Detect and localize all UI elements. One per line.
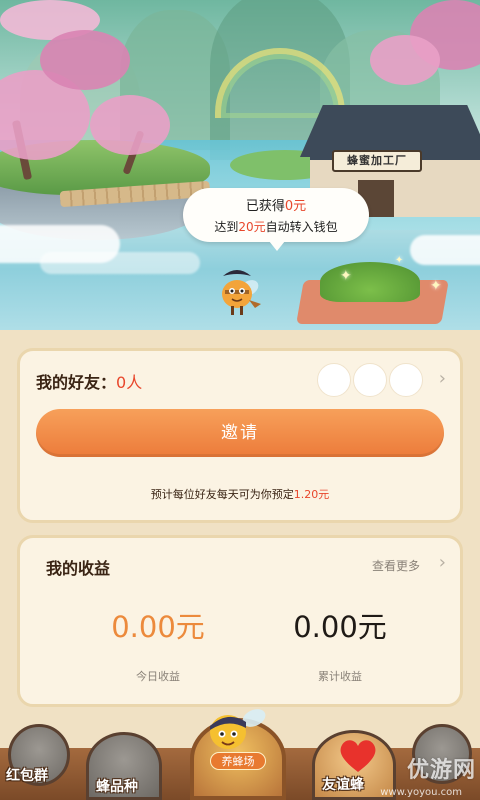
nav-label: 友谊蜂	[322, 777, 364, 793]
threshold-line: 达到20元自动转入钱包	[214, 220, 338, 234]
sparkle-icon: ✦	[340, 268, 352, 284]
today-earnings-value: 0.00元	[111, 610, 205, 644]
chevron-right-icon[interactable]: ›	[439, 552, 446, 573]
reward-bubble: 已获得0元 达到20元自动转入钱包	[183, 188, 369, 251]
game-scene: 蜂蜜加工厂 ✦ ✦ ✦ 已获得0元 达到20元自动转入钱包	[0, 0, 480, 345]
bee-mascot-icon	[210, 709, 266, 749]
avatar	[389, 363, 423, 397]
friends-card: 我的好友：0人 › 邀请 预计每位好友每天可为你预定1.20元	[17, 348, 463, 523]
invite-note: 预计每位好友每天可为你预定1.20元	[150, 488, 330, 501]
see-more-link[interactable]: 查看更多	[372, 557, 420, 574]
today-earnings: 0.00元 今日收益	[68, 604, 248, 684]
avatar	[353, 363, 387, 397]
friend-avatars[interactable]	[317, 363, 427, 397]
sparkle-icon: ✦	[395, 255, 404, 266]
earnings-title: 我的收益	[46, 559, 111, 578]
nav-label: 养蜂场	[210, 752, 266, 770]
sparkle-icon: ✦	[430, 278, 442, 294]
earned-line: 已获得0元	[245, 199, 307, 214]
watermark: 优游网	[406, 758, 476, 783]
friends-count: 0人	[116, 373, 143, 392]
cherry-blossom	[40, 30, 130, 90]
heart-icon	[340, 740, 376, 772]
cloud	[40, 252, 200, 274]
earned-amount: 0元	[284, 199, 307, 214]
total-earnings-label: 累计收益	[318, 670, 362, 683]
watermark-url: www.yoyou.com	[380, 787, 462, 798]
threshold-amount: 20元	[238, 220, 266, 234]
grass-mound	[320, 262, 420, 302]
cloud	[410, 235, 480, 265]
nav-label: 红包群	[6, 768, 48, 784]
today-earnings-label: 今日收益	[136, 670, 180, 683]
cherry-blossom	[370, 35, 440, 85]
cherry-blossom	[90, 95, 170, 155]
avatar	[317, 363, 351, 397]
factory-sign: 蜂蜜加工厂	[332, 150, 422, 172]
total-earnings-value: 0.00元	[293, 610, 387, 644]
chevron-right-icon[interactable]: ›	[439, 368, 446, 389]
nav-label: 蜂品种	[96, 779, 138, 795]
earnings-card: 我的收益 查看更多 › 0.00元 今日收益 0.00元 累计收益	[17, 535, 463, 707]
invite-button[interactable]: 邀请	[36, 409, 444, 457]
bee-character[interactable]	[215, 262, 271, 322]
friends-title: 我的好友：0人	[36, 373, 143, 392]
total-earnings: 0.00元 累计收益	[250, 604, 430, 684]
invite-reward-amount: 1.20元	[293, 488, 330, 501]
